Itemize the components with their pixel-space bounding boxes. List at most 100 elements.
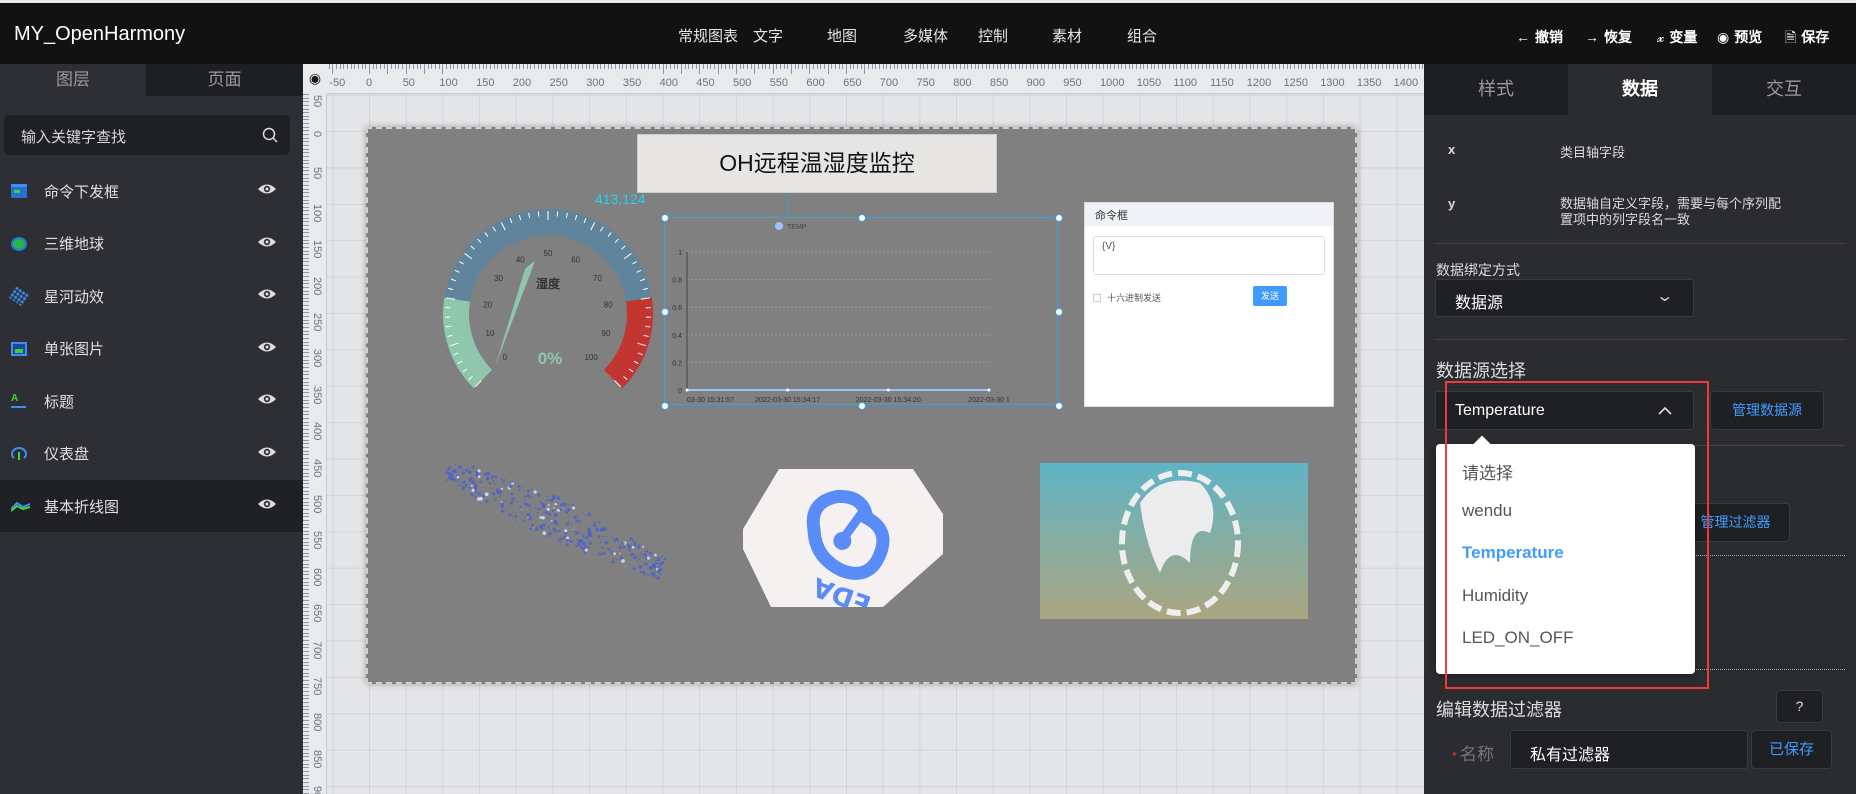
ruler-tick (303, 614, 309, 616)
star (615, 538, 617, 541)
bind-mode-select[interactable]: 数据源 ⌄ (1435, 279, 1694, 317)
layer-item[interactable]: 命令下发框 (0, 165, 303, 217)
line-chart-widget-selected[interactable]: TEMP 0 0.2 0.4 0.6 0.8 1 03-30 15:31:57 2022-03-… (661, 214, 1063, 410)
save-button[interactable]: 🗎 保存 (1785, 27, 1829, 51)
ruler-tick (1213, 64, 1215, 69)
ruler-tick (303, 214, 309, 216)
ruler-label: 700 (311, 640, 323, 659)
layer-label: 仪表盘 (44, 446, 90, 463)
resize-handle[interactable] (661, 402, 669, 410)
star (585, 536, 589, 540)
star (645, 551, 647, 553)
gauge-tick-label: 10 (486, 329, 495, 338)
ruler-tick (1066, 64, 1068, 69)
menu-item[interactable]: 地图 (827, 25, 857, 46)
send-button[interactable]: 发送 (1253, 286, 1287, 306)
ruler-tick (1007, 64, 1009, 69)
menu-item[interactable]: 多媒体 (903, 25, 948, 46)
help-button[interactable]: ? (1776, 690, 1823, 723)
ruler-tick (328, 64, 330, 69)
ruler-tick (303, 650, 309, 652)
menu-item[interactable]: 控制 (978, 25, 1008, 46)
ruler-tick (303, 731, 309, 732)
visibility-eye-icon[interactable] (257, 182, 277, 200)
ruler-tick (303, 337, 309, 339)
tab-pages[interactable]: 页面 (146, 64, 303, 96)
resize-handle[interactable] (1055, 402, 1063, 410)
single-image-widget[interactable]: EDA (743, 469, 943, 607)
manage-data-source-button[interactable]: 管理数据源 (1710, 391, 1824, 430)
undo-button[interactable]: ← 撤销 (1516, 27, 1563, 47)
redo-button[interactable]: → 恢复 (1585, 27, 1632, 47)
ruler-tick (1084, 64, 1086, 69)
star (646, 556, 651, 560)
variable-button[interactable]: 𝔁 变量 (1657, 27, 1697, 47)
star (457, 484, 460, 487)
layer-item[interactable]: 单张图片 (0, 323, 303, 375)
search-icon[interactable] (262, 127, 278, 143)
ruler-tick (1290, 64, 1292, 69)
layer-item[interactable]: A 标题 (0, 375, 303, 427)
resize-handle[interactable] (858, 402, 866, 410)
resize-handle[interactable] (858, 214, 866, 222)
visibility-eye-icon[interactable] (257, 497, 277, 515)
star (620, 542, 622, 544)
ruler-tick (303, 225, 309, 227)
saved-button[interactable]: 已保存 (1751, 730, 1832, 769)
globe-widget[interactable] (1040, 463, 1308, 619)
star (604, 540, 609, 545)
tab-style[interactable]: 样式 (1424, 64, 1568, 115)
resize-handle[interactable] (1055, 308, 1063, 316)
layer-item[interactable]: 仪表盘 (0, 428, 303, 480)
star (527, 518, 530, 521)
gauge-tick-label: 40 (516, 256, 525, 265)
star (481, 494, 486, 498)
star (556, 529, 560, 533)
tab-layers[interactable]: 图层 (0, 64, 146, 96)
star (508, 485, 513, 489)
ruler-tick (303, 603, 309, 605)
star (491, 492, 495, 496)
visibility-eye-icon[interactable] (257, 445, 277, 463)
hex-checkbox[interactable] (1093, 294, 1101, 302)
command-box-widget[interactable]: 命令框 {V} 十六进制发送 发送 (1084, 202, 1334, 407)
star (522, 520, 526, 523)
canvas-area[interactable]: -50 0 50 100 150 200 250 300 350 400 450 500 550 600 6… (303, 64, 1424, 794)
artboard[interactable]: OH远程温湿度监控 413,124 0 10 20 30 40 50 60 70 80 90 100… (366, 127, 1357, 684)
visibility-eye-icon[interactable] (257, 287, 277, 305)
resize-handle[interactable] (661, 308, 669, 316)
ruler-tick (303, 545, 309, 547)
ruler-tick (758, 64, 760, 69)
preview-button[interactable]: ◉ 预览 (1717, 27, 1762, 47)
ruler-tick (1257, 64, 1259, 69)
tab-interaction[interactable]: 交互 (1712, 64, 1856, 115)
ruler-tick (1367, 64, 1369, 69)
command-textarea[interactable]: {V} (1093, 236, 1325, 275)
layer-search-input[interactable]: 输入关键字查找 (4, 115, 290, 155)
layer-item[interactable]: 基本折线图 (0, 480, 303, 532)
menu-item[interactable]: 文字 (753, 25, 783, 46)
ruler-tick (992, 64, 994, 69)
star (548, 513, 552, 517)
visibility-eye-icon[interactable] (257, 235, 277, 253)
resize-handle[interactable] (1055, 214, 1063, 222)
menu-item[interactable]: 组合 (1127, 25, 1157, 46)
star (503, 485, 505, 487)
menu-item[interactable]: 素材 (1052, 25, 1082, 46)
galaxy-effect-widget[interactable] (438, 461, 673, 581)
title-widget[interactable]: OH远程温湿度监控 (637, 134, 997, 193)
ruler-visibility-eye-icon[interactable]: ◉ (303, 64, 327, 94)
filter-name-input[interactable]: 私有过滤器 (1510, 730, 1748, 769)
visibility-eye-icon[interactable] (257, 340, 277, 358)
visibility-eye-icon[interactable] (257, 392, 277, 410)
layer-item[interactable]: 星河动效 (0, 270, 303, 322)
ruler-label: 850 (311, 749, 323, 769)
layer-item[interactable]: 三维地球 (0, 218, 303, 270)
ruler-tick (1187, 64, 1189, 69)
tab-data[interactable]: 数据 (1568, 64, 1712, 115)
ruler-tick (1356, 64, 1358, 69)
ruler-tick (303, 126, 309, 128)
menu-item[interactable]: 常规图表 (678, 25, 738, 46)
resize-handle[interactable] (661, 214, 669, 222)
gauge-widget[interactable]: 0 10 20 30 40 50 60 70 80 90 100 湿度 0% (428, 189, 668, 429)
